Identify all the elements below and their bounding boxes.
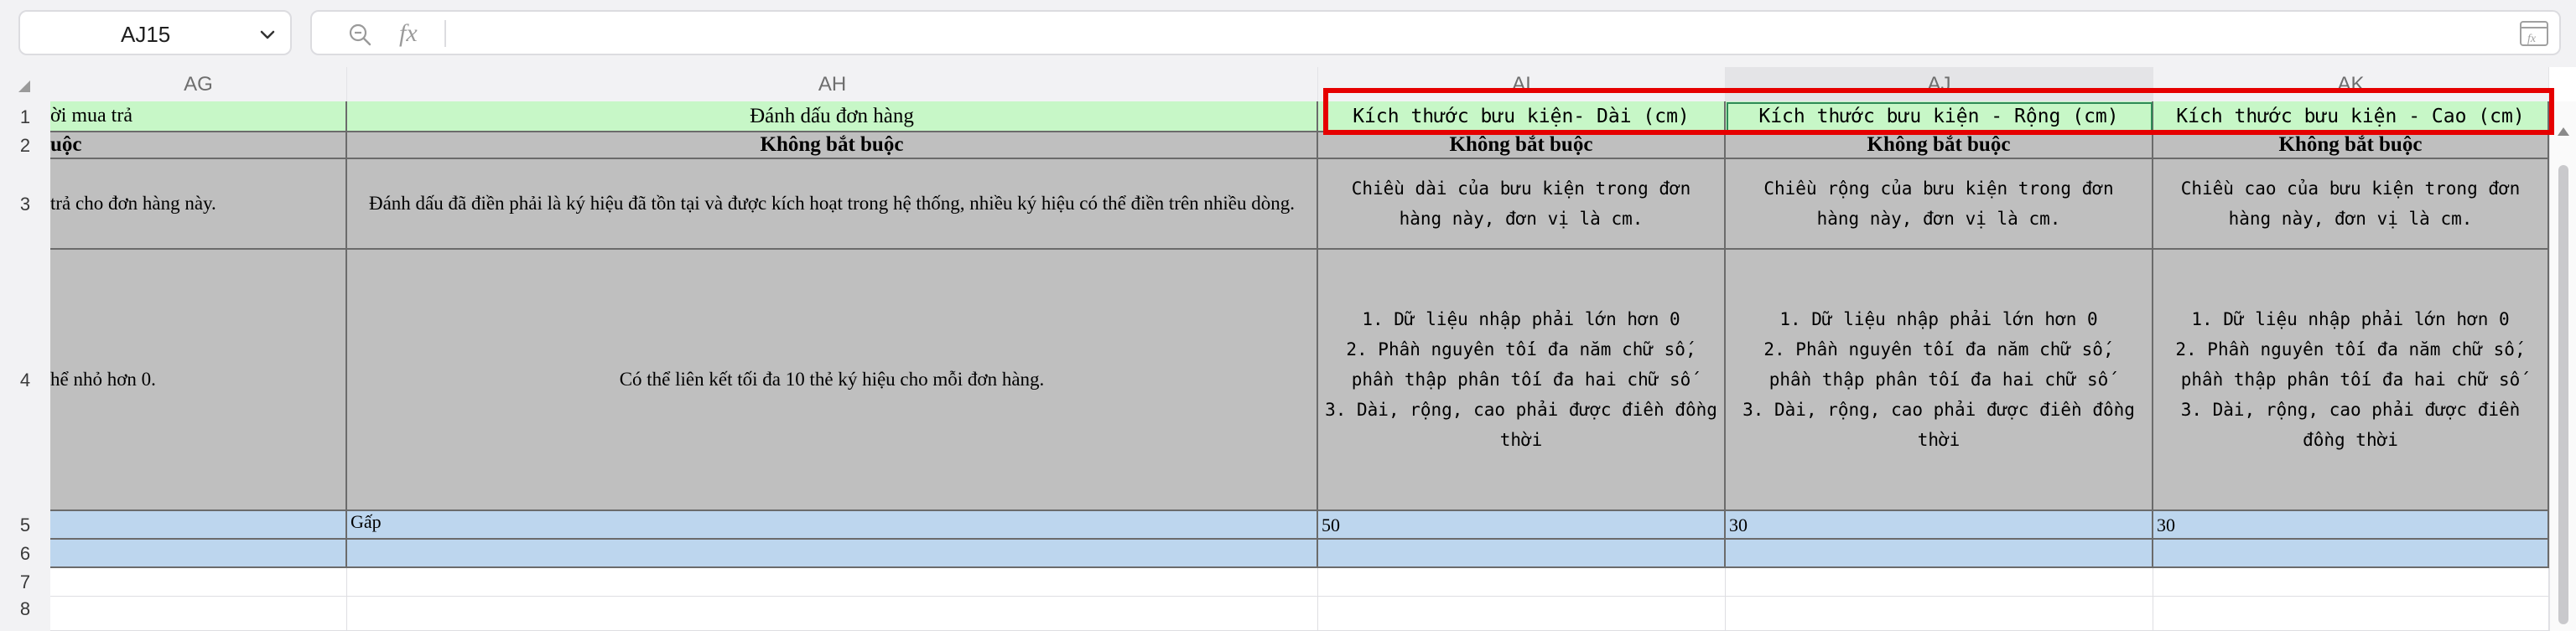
name-box-value: AJ15 — [121, 22, 171, 47]
cell-ak1[interactable]: Kích thước bưu kiện - Cao (cm) — [2153, 101, 2549, 132]
cell-ai2[interactable]: Không bắt buộc — [1318, 132, 1726, 159]
formula-input[interactable] — [456, 17, 2368, 50]
vertical-scrollbar[interactable] — [2549, 101, 2576, 631]
formula-bar: fx fx — [310, 10, 2561, 55]
row-header-5[interactable]: 5 — [0, 511, 50, 540]
cell-aj2[interactable]: Không bắt buộc — [1726, 132, 2153, 159]
row-header-7[interactable]: 7 — [0, 568, 50, 597]
cell-ai6[interactable] — [1318, 540, 1726, 568]
cell-ah3[interactable]: Đánh dấu đã điền phải là ký hiệu đã tồn … — [347, 159, 1318, 250]
cell-ag4[interactable]: hể nhỏ hơn 0. — [50, 250, 347, 511]
cell-ag7[interactable] — [50, 568, 347, 597]
cell-ag8[interactable] — [50, 597, 347, 631]
cell-aj4[interactable]: 1. Dữ liệu nhập phải lớn hơn 0 2. Phần n… — [1726, 250, 2153, 511]
cell-ag2[interactable]: uộc — [50, 132, 347, 159]
row-header-8[interactable]: 8 — [0, 597, 50, 631]
row-header-4[interactable]: 4 — [0, 250, 50, 511]
cell-ai1[interactable]: Kích thước bưu kiện- Dài (cm) — [1318, 101, 1726, 132]
row-header-1[interactable]: 1 — [0, 101, 50, 132]
cell-ah6[interactable] — [347, 540, 1318, 568]
cell-ag5[interactable] — [50, 511, 347, 540]
cell-aj5[interactable]: 30 — [1726, 511, 2153, 540]
zoom-icon[interactable] — [347, 22, 372, 47]
scroll-up-icon[interactable] — [2557, 127, 2570, 137]
fx-label: fx — [399, 19, 418, 47]
cell-ah2[interactable]: Không bắt buộc — [347, 132, 1318, 159]
formula-toolbar: AJ15 fx fx — [0, 0, 2576, 67]
cell-aj6[interactable] — [1726, 540, 2153, 568]
function-icon[interactable]: fx — [2519, 20, 2549, 47]
name-box[interactable]: AJ15 — [18, 10, 292, 55]
cell-ai4[interactable]: 1. Dữ liệu nhập phải lớn hơn 0 2. Phần n… — [1318, 250, 1726, 511]
cell-ah1[interactable]: Đánh dấu đơn hàng — [347, 101, 1318, 132]
column-header-ai[interactable]: AI — [1318, 67, 1726, 101]
cell-ak2[interactable]: Không bắt buộc — [2153, 132, 2549, 159]
chevron-down-icon[interactable] — [257, 23, 278, 45]
row-header-2[interactable]: 2 — [0, 132, 50, 159]
cell-ak6[interactable] — [2153, 540, 2549, 568]
cell-ag1[interactable]: ời mua trả — [50, 101, 347, 132]
row-header-6[interactable]: 6 — [0, 540, 50, 568]
cell-ag6[interactable] — [50, 540, 347, 568]
column-header-ak[interactable]: AK — [2153, 67, 2549, 101]
cell-aj1[interactable]: Kích thước bưu kiện - Rộng (cm) — [1726, 101, 2153, 132]
cell-aj8[interactable] — [1726, 597, 2153, 631]
select-all-corner[interactable] — [0, 67, 50, 101]
cell-ak4[interactable]: 1. Dữ liệu nhập phải lớn hơn 0 2. Phần n… — [2153, 250, 2549, 511]
row-header-3[interactable]: 3 — [0, 159, 50, 250]
cell-ag3[interactable]: trả cho đơn hàng này. — [50, 159, 347, 250]
cell-ai8[interactable] — [1318, 597, 1726, 631]
cell-ah5[interactable]: Gấp — [347, 511, 1318, 540]
formula-separator — [444, 20, 446, 47]
cell-ah4[interactable]: Có thể liên kết tối đa 10 thẻ ký hiệu ch… — [347, 250, 1318, 511]
cell-ah8[interactable] — [347, 597, 1318, 631]
column-header-ah[interactable]: AH — [347, 67, 1318, 101]
cell-ah7[interactable] — [347, 568, 1318, 597]
svg-text:fx: fx — [2527, 33, 2537, 45]
cell-ak8[interactable] — [2153, 597, 2549, 631]
cell-ak3[interactable]: Chiều cao của bưu kiện trong đơn hàng nà… — [2153, 159, 2549, 250]
scrollbar-thumb[interactable] — [2558, 165, 2568, 624]
select-all-triangle-icon — [18, 80, 30, 92]
cell-aj7[interactable] — [1726, 568, 2153, 597]
cell-aj3[interactable]: Chiều rộng của bưu kiện trong đơn hàng n… — [1726, 159, 2153, 250]
spreadsheet-grid: AG AH AI AJ AK 1 2 3 4 5 6 7 8 ời mua tr… — [0, 67, 2576, 631]
cell-ak7[interactable] — [2153, 568, 2549, 597]
column-header-ag[interactable]: AG — [50, 67, 347, 101]
column-header-aj[interactable]: AJ — [1726, 67, 2153, 101]
cell-ai5[interactable]: 50 — [1318, 511, 1726, 540]
cell-ak5[interactable]: 30 — [2153, 511, 2549, 540]
cell-ai7[interactable] — [1318, 568, 1726, 597]
cell-area: ời mua trả Đánh dấu đơn hàng Kích thước … — [50, 101, 2549, 631]
cell-ai3[interactable]: Chiều dài của bưu kiện trong đơn hàng nà… — [1318, 159, 1726, 250]
